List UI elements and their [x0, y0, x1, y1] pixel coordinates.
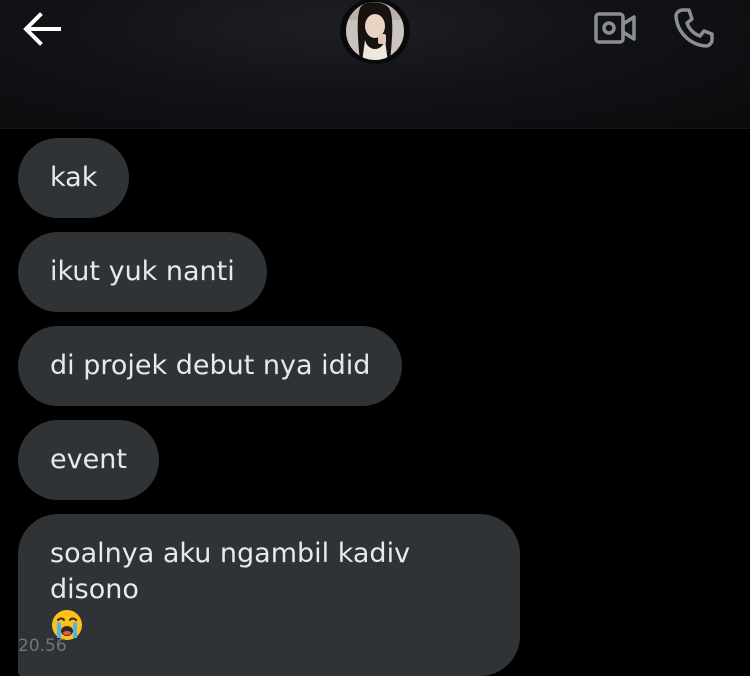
voice-call-button[interactable] — [670, 4, 718, 52]
profile-photo — [344, 0, 406, 62]
phone-icon — [674, 8, 714, 48]
message-bubble[interactable]: event — [18, 420, 159, 500]
message-bubble[interactable]: di projek debut nya idid — [18, 326, 403, 406]
message-bubble[interactable]: kak — [18, 138, 130, 218]
video-call-button[interactable] — [590, 8, 640, 48]
message-list: kak ikut yuk nanti di projek debut nya i… — [0, 128, 750, 676]
message-timestamp: 20.56 — [18, 636, 67, 656]
back-button[interactable] — [20, 10, 64, 48]
message-text: kak — [50, 162, 98, 193]
video-camera-icon — [594, 12, 636, 44]
message-text: event — [50, 444, 127, 475]
message-bubble[interactable]: soalnya aku ngambil kadiv disono — [18, 514, 520, 676]
message-text: soalnya aku ngambil kadiv disono — [50, 538, 411, 605]
arrow-left-icon — [23, 12, 61, 46]
message-text: di projek debut nya idid — [50, 350, 371, 381]
message-text: ikut yuk nanti — [50, 256, 235, 287]
message-bubble[interactable]: ikut yuk nanti — [18, 232, 267, 312]
chat-header — [0, 0, 750, 129]
avatar[interactable] — [342, 0, 408, 62]
